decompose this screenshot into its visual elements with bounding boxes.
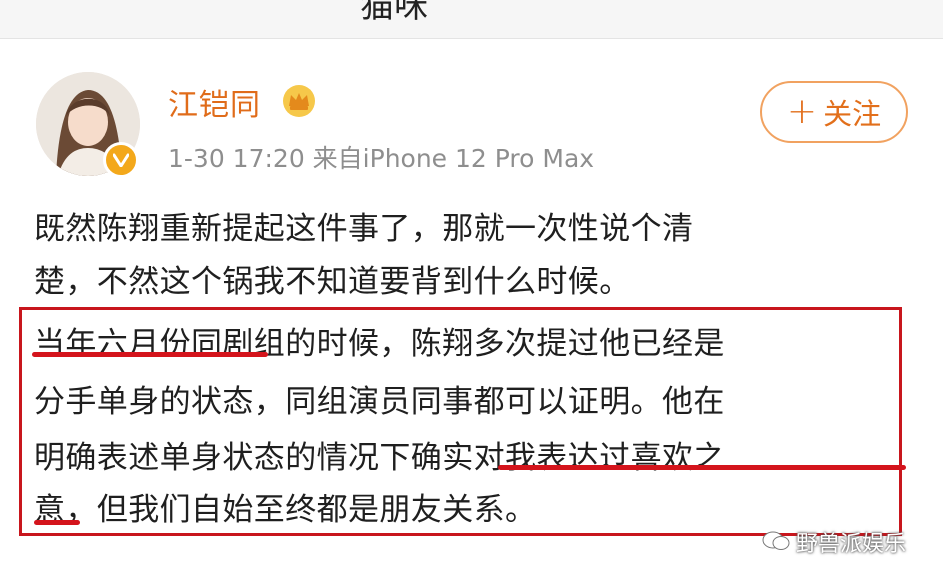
follow-label: 关注	[823, 97, 882, 131]
wechat-icon	[762, 531, 790, 550]
header-partial-title: 猫咪	[360, 0, 428, 26]
plus-icon: +	[786, 91, 818, 132]
top-bar: 猫咪	[0, 0, 943, 39]
watermark-text: 野兽派娱乐	[796, 532, 907, 557]
post-line-4: 分手单身的状态，同组演员同事都可以证明。他在	[34, 384, 725, 420]
underline-mark-3	[34, 520, 80, 525]
post-meta: 1-30 17:20 来自iPhone 12 Pro Max	[168, 144, 595, 173]
post-line-2: 楚，不然这个锅我不知道要背到什么时候。	[34, 264, 631, 300]
underline-mark-2	[498, 465, 906, 470]
post-line-5: 明确表述单身状态的情况下确实对我表达过喜欢之	[34, 440, 725, 476]
post-line-6: 意，但我们自始至终都是朋友关系。	[34, 492, 537, 528]
username[interactable]: 江铠同	[168, 80, 261, 124]
verified-badge-icon	[103, 142, 139, 178]
post-line-1: 既然陈翔重新提起这件事了，那就一次性说个清	[34, 211, 694, 247]
crown-vip-icon	[283, 85, 315, 117]
underline-mark-1	[32, 352, 268, 357]
follow-button[interactable]: + 关注	[760, 81, 908, 143]
